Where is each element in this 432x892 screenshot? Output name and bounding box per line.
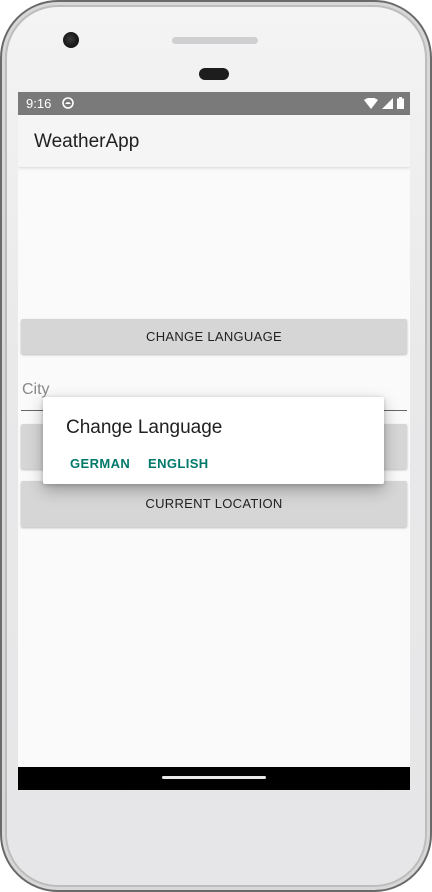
status-icons bbox=[364, 96, 404, 110]
current-location-button[interactable]: CURRENT LOCATION bbox=[21, 481, 407, 527]
app-notification-icon bbox=[62, 97, 74, 109]
front-camera bbox=[63, 32, 79, 48]
earpiece bbox=[199, 68, 229, 80]
app-bar: WeatherApp bbox=[18, 115, 410, 167]
home-gesture-pill[interactable] bbox=[162, 776, 266, 779]
speaker-bar bbox=[172, 37, 258, 44]
cell-signal-icon bbox=[382, 97, 393, 109]
navigation-bar bbox=[18, 767, 410, 790]
english-option-button[interactable]: ENGLISH bbox=[148, 456, 209, 471]
screen: 9:16 WeatherApp CHANGE LANGUAGE City CUR… bbox=[18, 92, 410, 790]
status-bar: 9:16 bbox=[18, 92, 410, 115]
wifi-icon bbox=[364, 97, 378, 109]
change-language-dialog: Change Language GERMAN ENGLISH bbox=[43, 397, 384, 484]
app-title: WeatherApp bbox=[34, 131, 140, 152]
battery-icon bbox=[397, 97, 404, 109]
dialog-title: Change Language bbox=[66, 417, 223, 438]
status-time: 9:16 bbox=[26, 96, 52, 111]
change-language-button[interactable]: CHANGE LANGUAGE bbox=[21, 319, 407, 354]
german-option-button[interactable]: GERMAN bbox=[70, 456, 130, 471]
phone-frame: 9:16 WeatherApp CHANGE LANGUAGE City CUR… bbox=[0, 0, 432, 892]
